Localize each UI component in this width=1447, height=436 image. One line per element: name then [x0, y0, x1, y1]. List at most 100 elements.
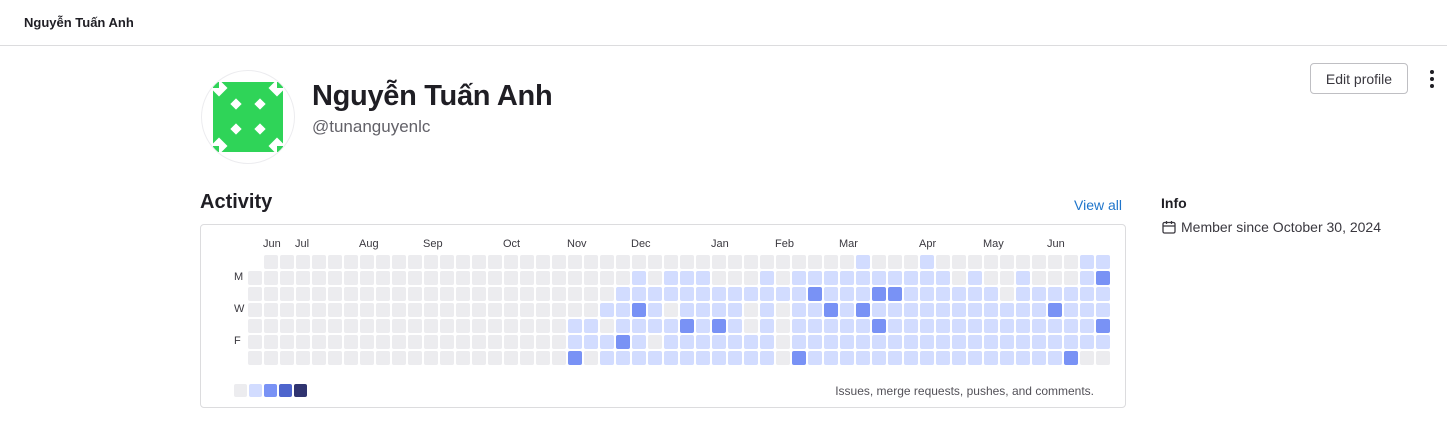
contribution-cell[interactable] [1016, 255, 1030, 269]
contribution-cell[interactable] [312, 319, 326, 333]
contribution-cell[interactable] [968, 287, 982, 301]
contribution-cell[interactable] [280, 319, 294, 333]
contribution-cell[interactable] [1032, 255, 1046, 269]
contribution-cell[interactable] [920, 303, 934, 317]
contribution-cell[interactable] [920, 319, 934, 333]
contribution-cell[interactable] [328, 303, 342, 317]
contribution-cell[interactable] [296, 351, 310, 365]
contribution-cell[interactable] [920, 335, 934, 349]
contribution-cell[interactable] [312, 351, 326, 365]
contribution-cell[interactable] [1000, 319, 1014, 333]
contribution-cell[interactable] [520, 255, 534, 269]
contribution-cell[interactable] [264, 335, 278, 349]
contribution-cell[interactable] [1000, 351, 1014, 365]
contribution-cell[interactable] [1096, 351, 1110, 365]
contribution-cell[interactable] [952, 255, 966, 269]
contribution-cell[interactable] [424, 287, 438, 301]
contribution-cell[interactable] [952, 319, 966, 333]
contribution-cell[interactable] [696, 287, 710, 301]
contribution-cell[interactable] [776, 303, 790, 317]
contribution-cell[interactable] [904, 351, 918, 365]
contribution-cell[interactable] [456, 335, 470, 349]
contribution-cell[interactable] [712, 255, 726, 269]
contribution-cell[interactable] [312, 255, 326, 269]
contribution-cell[interactable] [504, 271, 518, 285]
contribution-cell[interactable] [536, 271, 550, 285]
contribution-cell[interactable] [904, 303, 918, 317]
contribution-cell[interactable] [648, 319, 662, 333]
contribution-cell[interactable] [264, 303, 278, 317]
contribution-cell[interactable] [376, 303, 390, 317]
contribution-cell[interactable] [552, 271, 566, 285]
contribution-cell[interactable] [712, 319, 726, 333]
contribution-cell[interactable] [488, 303, 502, 317]
contribution-cell[interactable] [696, 271, 710, 285]
contribution-cell[interactable] [872, 335, 886, 349]
contribution-cell[interactable] [408, 335, 422, 349]
contribution-cell[interactable] [712, 335, 726, 349]
contribution-cell[interactable] [488, 319, 502, 333]
contribution-cell[interactable] [744, 287, 758, 301]
contribution-cell[interactable] [664, 351, 678, 365]
contribution-cell[interactable] [392, 319, 406, 333]
contribution-cell[interactable] [472, 255, 486, 269]
contribution-cell[interactable] [632, 351, 646, 365]
contribution-cell[interactable] [632, 303, 646, 317]
contribution-cell[interactable] [1080, 335, 1094, 349]
contribution-cell[interactable] [648, 303, 662, 317]
contribution-cell[interactable] [856, 335, 870, 349]
contribution-cell[interactable] [1032, 287, 1046, 301]
edit-profile-button[interactable]: Edit profile [1310, 63, 1408, 94]
contribution-cell[interactable] [568, 351, 582, 365]
contribution-cell[interactable] [296, 255, 310, 269]
contribution-cell[interactable] [424, 255, 438, 269]
contribution-cell[interactable] [792, 303, 806, 317]
contribution-cell[interactable] [360, 271, 374, 285]
contribution-cell[interactable] [1096, 287, 1110, 301]
contribution-cell[interactable] [248, 351, 262, 365]
contribution-cell[interactable] [280, 335, 294, 349]
contribution-cell[interactable] [1064, 351, 1078, 365]
contribution-cell[interactable] [824, 319, 838, 333]
contribution-cell[interactable] [280, 271, 294, 285]
contribution-cell[interactable] [776, 319, 790, 333]
contribution-cell[interactable] [328, 287, 342, 301]
contribution-cell[interactable] [488, 255, 502, 269]
contribution-cell[interactable] [824, 271, 838, 285]
contribution-cell[interactable] [408, 255, 422, 269]
contribution-cell[interactable] [648, 287, 662, 301]
contribution-cell[interactable] [792, 319, 806, 333]
contribution-cell[interactable] [792, 255, 806, 269]
contribution-cell[interactable] [952, 303, 966, 317]
contribution-cell[interactable] [280, 351, 294, 365]
contribution-cell[interactable] [264, 255, 278, 269]
contribution-cell[interactable] [888, 351, 902, 365]
contribution-cell[interactable] [856, 303, 870, 317]
contribution-cell[interactable] [904, 271, 918, 285]
contribution-cell[interactable] [616, 335, 630, 349]
more-vertical-icon[interactable] [1424, 66, 1440, 92]
contribution-cell[interactable] [408, 319, 422, 333]
contribution-cell[interactable] [840, 287, 854, 301]
contribution-cell[interactable] [296, 303, 310, 317]
contribution-cell[interactable] [536, 319, 550, 333]
contribution-cell[interactable] [472, 287, 486, 301]
contribution-cell[interactable] [696, 255, 710, 269]
contribution-cell[interactable] [376, 287, 390, 301]
contribution-cell[interactable] [1080, 319, 1094, 333]
contribution-cell[interactable] [808, 287, 822, 301]
contribution-cell[interactable] [376, 319, 390, 333]
contribution-cell[interactable] [760, 319, 774, 333]
contribution-cell[interactable] [920, 351, 934, 365]
contribution-cell[interactable] [504, 303, 518, 317]
contribution-cell[interactable] [856, 351, 870, 365]
contribution-cell[interactable] [728, 335, 742, 349]
contribution-cell[interactable] [664, 287, 678, 301]
contribution-cell[interactable] [600, 287, 614, 301]
contribution-cell[interactable] [392, 303, 406, 317]
contribution-cell[interactable] [536, 287, 550, 301]
contribution-cell[interactable] [1064, 271, 1078, 285]
contribution-cell[interactable] [696, 351, 710, 365]
contribution-cell[interactable] [248, 287, 262, 301]
contribution-cell[interactable] [536, 303, 550, 317]
